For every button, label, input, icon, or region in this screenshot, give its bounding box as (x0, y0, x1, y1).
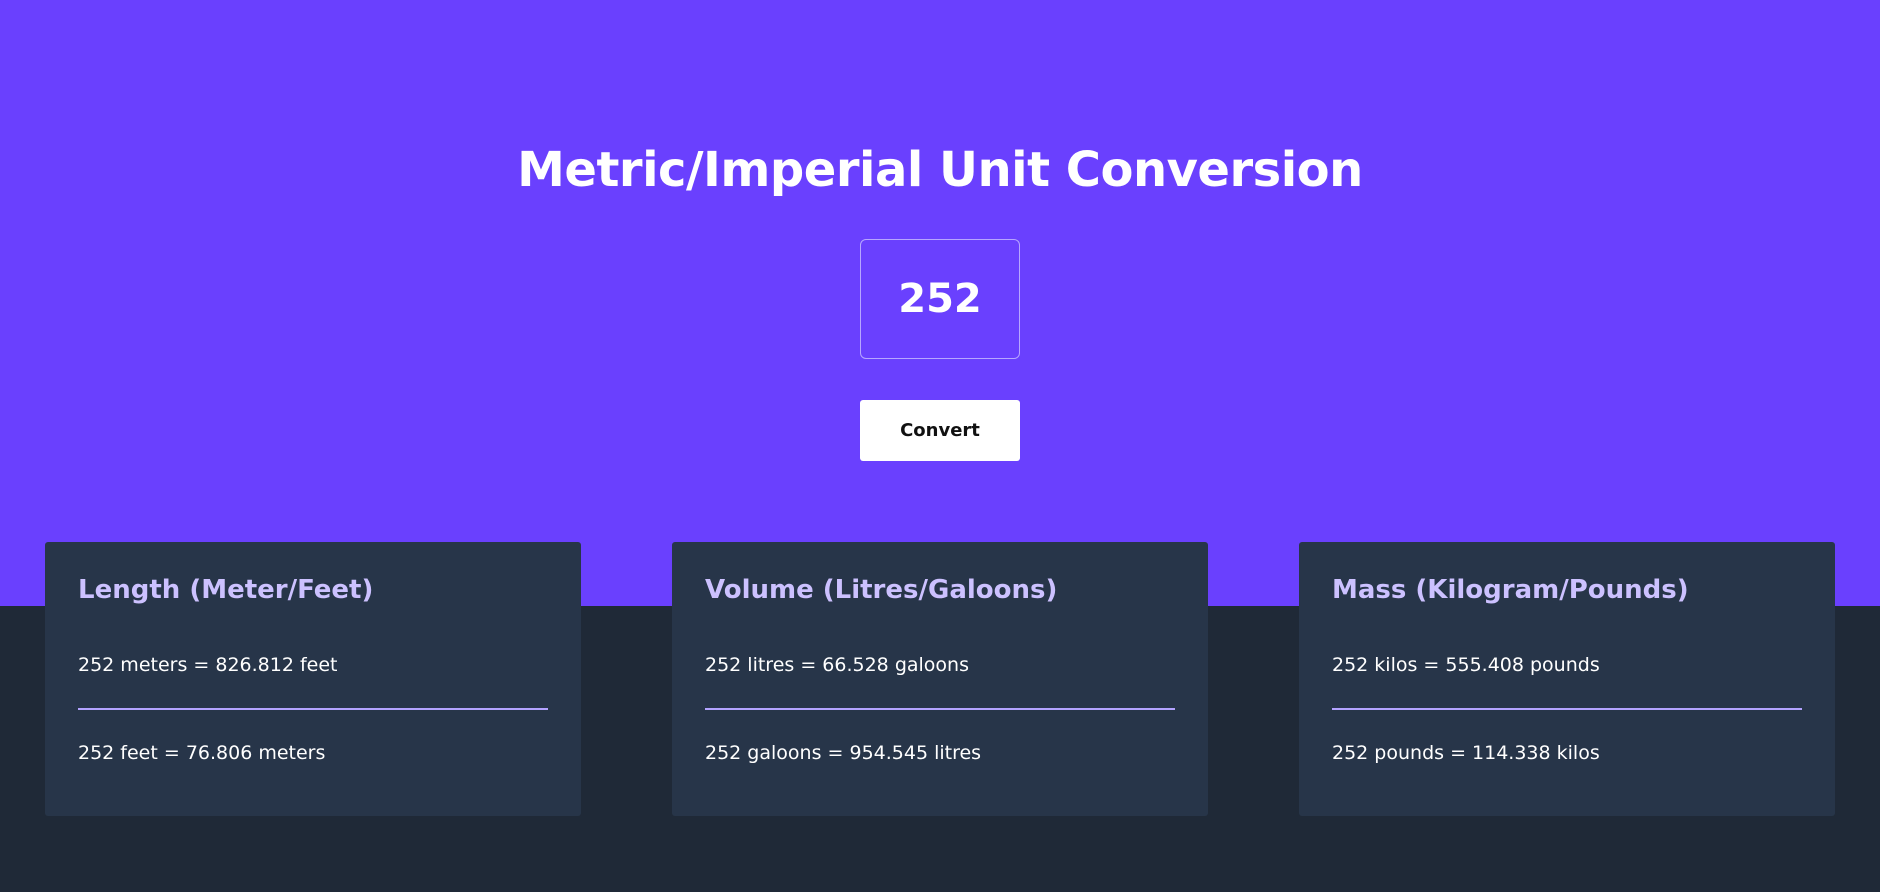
length-card: Length (Meter/Feet) 252 meters = 826.812… (45, 542, 581, 816)
volume-card-title: Volume (Litres/Galoons) (705, 575, 1058, 605)
length-result-meters-to-feet: 252 meters = 826.812 feet (78, 654, 338, 676)
hero-section: Metric/Imperial Unit Conversion Convert (0, 0, 1880, 606)
mass-card: Mass (Kilogram/Pounds) 252 kilos = 555.4… (1299, 542, 1835, 816)
mass-card-title: Mass (Kilogram/Pounds) (1332, 575, 1689, 605)
mass-card-divider (1332, 708, 1802, 710)
volume-result-galoons-to-litres: 252 galoons = 954.545 litres (705, 742, 982, 764)
convert-button[interactable]: Convert (860, 400, 1020, 461)
page-title: Metric/Imperial Unit Conversion (517, 142, 1363, 198)
page: Metric/Imperial Unit Conversion Convert … (0, 0, 1880, 892)
length-card-title: Length (Meter/Feet) (78, 575, 374, 605)
number-input[interactable] (860, 239, 1020, 359)
volume-card-divider (705, 708, 1175, 710)
length-result-feet-to-meters: 252 feet = 76.806 meters (78, 742, 326, 764)
mass-result-kilos-to-pounds: 252 kilos = 555.408 pounds (1332, 654, 1600, 676)
length-card-divider (78, 708, 548, 710)
volume-card: Volume (Litres/Galoons) 252 litres = 66.… (672, 542, 1208, 816)
mass-result-pounds-to-kilos: 252 pounds = 114.338 kilos (1332, 742, 1600, 764)
volume-result-litres-to-galoons: 252 litres = 66.528 galoons (705, 654, 969, 676)
